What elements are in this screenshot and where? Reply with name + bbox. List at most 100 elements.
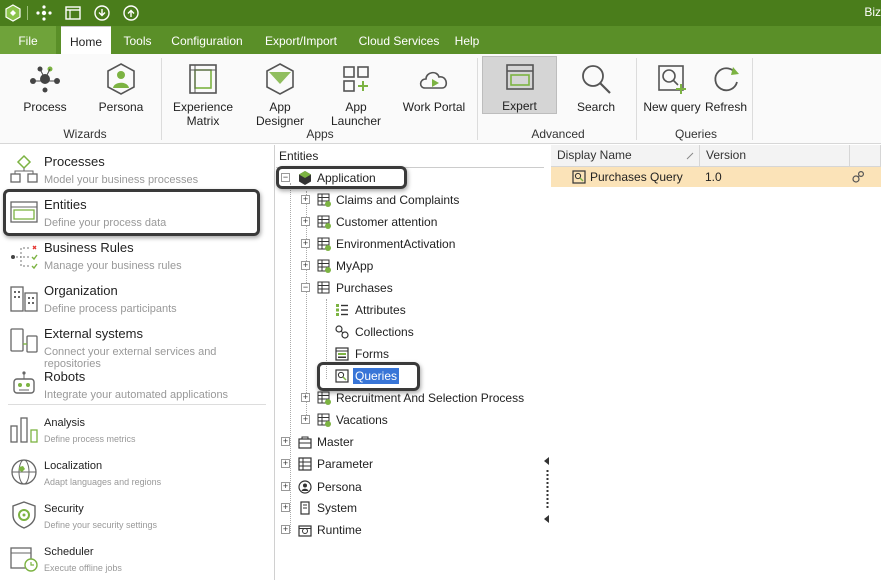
splitter-grip-icon [546, 470, 549, 510]
table-row[interactable]: Purchases Query 1.0 [551, 167, 881, 187]
work-portal-icon [419, 71, 448, 89]
experience-matrix-label-line1: Experience [172, 100, 234, 114]
nav-item-subtitle: Define process participants [44, 303, 177, 315]
tree-node-label: Forms [355, 347, 389, 361]
expand-toggle[interactable]: + [301, 195, 310, 204]
nav-item-title: Scheduler [44, 546, 94, 558]
splitter-arrow-icon [544, 515, 549, 523]
queries-grid: Display Name Version Purchases Query 1.0 [551, 145, 881, 580]
nav-item-robots[interactable]: Robots Integrate your automated applicat… [0, 364, 275, 407]
app-launcher-button[interactable]: App Launcher [320, 56, 392, 132]
nav-divider [8, 404, 266, 405]
application-highlight-callout [276, 166, 407, 189]
nav-item-analysis[interactable]: Analysis Define process metrics [0, 409, 275, 452]
ribbon-divider [636, 58, 637, 140]
ribbon-divider [752, 58, 753, 140]
column-header-label: Version [706, 148, 747, 162]
search-button[interactable]: Search [565, 56, 627, 132]
app-entity-icon [317, 193, 331, 207]
persona-button[interactable]: Persona [90, 56, 152, 132]
shield-icon [12, 501, 36, 529]
app-designer-button[interactable]: App Designer [244, 56, 316, 132]
new-query-icon [658, 65, 686, 94]
tab-home[interactable]: Home [61, 26, 111, 54]
persona-label: Persona [98, 100, 144, 114]
tab-cloud-services[interactable]: Cloud Services [354, 26, 444, 54]
work-portal-label: Work Portal [402, 100, 466, 114]
nav-item-processes[interactable]: Processes Model your business processes [0, 149, 275, 192]
window-title: Biz [864, 5, 881, 19]
forms-icon [335, 347, 349, 361]
nav-item-title: Organization [44, 283, 118, 298]
business-rules-icon [11, 245, 38, 270]
expert-icon [505, 64, 534, 90]
app-logo-icon [5, 4, 21, 22]
nav-item-security[interactable]: Security Define your security settings [0, 495, 275, 538]
entities-highlight-callout [3, 189, 260, 236]
expand-toggle[interactable]: + [281, 525, 290, 534]
app-launcher-icon [343, 66, 369, 92]
nav-item-scheduler[interactable]: Scheduler Execute offline jobs [0, 538, 275, 581]
tab-help[interactable]: Help [449, 26, 485, 54]
nav-item-organization[interactable]: Organization Define process participants [0, 278, 275, 321]
collapse-toggle[interactable]: − [301, 283, 310, 292]
nav-item-title: Robots [44, 369, 86, 384]
cell-version: 1.0 [705, 170, 722, 184]
process-label: Process [23, 100, 67, 114]
tab-configuration[interactable]: Configuration [166, 26, 248, 54]
upload-icon[interactable] [122, 4, 140, 22]
expand-toggle[interactable]: + [301, 415, 310, 424]
tab-export-import[interactable]: Export/Import [256, 26, 346, 54]
expand-toggle[interactable]: + [301, 217, 310, 226]
persona-node-icon [298, 480, 312, 494]
process-icon [30, 66, 60, 93]
tree-node-label: Purchases [336, 281, 393, 295]
experience-matrix-button[interactable]: Experience Matrix [172, 56, 234, 132]
ribbon-group-wizards: Wizards [63, 127, 107, 141]
panel-splitter[interactable] [544, 145, 551, 580]
nav-item-subtitle: Adapt languages and regions [44, 477, 162, 487]
nav-item-localization[interactable]: Localization Adapt languages and regions [0, 452, 275, 495]
settings-link-icon[interactable] [851, 170, 865, 184]
process-button[interactable]: Process [14, 56, 76, 132]
system-icon [300, 501, 310, 515]
search-label: Search [576, 100, 616, 114]
toolbar-divider [27, 6, 28, 20]
nav-item-external-systems[interactable]: External systems Connect your external s… [0, 321, 275, 370]
expand-toggle[interactable]: + [281, 459, 290, 468]
expand-toggle[interactable]: + [281, 437, 290, 446]
nav-item-subtitle: Manage your business rules [44, 260, 182, 272]
column-header-display-name[interactable]: Display Name [551, 145, 700, 167]
expert-button[interactable]: Expert [482, 56, 557, 114]
ribbon-tab-bar: File Home Tools Configuration Export/Imp… [0, 26, 881, 54]
new-query-button[interactable]: New query [641, 56, 703, 132]
tree-node-label: Master [317, 435, 354, 449]
splitter-arrow-icon [544, 457, 549, 465]
expand-toggle[interactable]: + [301, 239, 310, 248]
work-portal-button[interactable]: Work Portal [400, 56, 468, 132]
window-icon[interactable] [64, 4, 82, 22]
refresh-button[interactable]: Refresh [703, 56, 749, 132]
app-designer-label: App Designer [255, 100, 305, 128]
connect-icon[interactable] [35, 4, 53, 22]
nav-item-subtitle: Define your security settings [44, 520, 158, 530]
expand-toggle[interactable]: + [281, 503, 290, 512]
cell-display-name: Purchases Query [590, 170, 683, 184]
runtime-icon [298, 525, 312, 537]
nav-item-title: External systems [44, 326, 143, 341]
column-header-version[interactable]: Version [700, 145, 850, 167]
nav-item-title: Security [44, 503, 84, 515]
expand-toggle[interactable]: + [281, 482, 290, 491]
nav-item-title: Analysis [44, 417, 85, 429]
tab-file[interactable]: File [0, 26, 56, 54]
nav-item-business-rules[interactable]: Business Rules Manage your business rule… [0, 235, 275, 278]
collections-icon [335, 325, 349, 339]
tab-tools[interactable]: Tools [116, 26, 159, 54]
expand-toggle[interactable]: + [301, 261, 310, 270]
tree-node-label: EnvironmentActivation [336, 237, 456, 251]
processes-icon [10, 154, 38, 183]
download-icon[interactable] [93, 4, 111, 22]
organization-icon [10, 286, 38, 312]
tree-node-label: Persona [317, 480, 362, 494]
expand-toggle[interactable]: + [301, 393, 310, 402]
